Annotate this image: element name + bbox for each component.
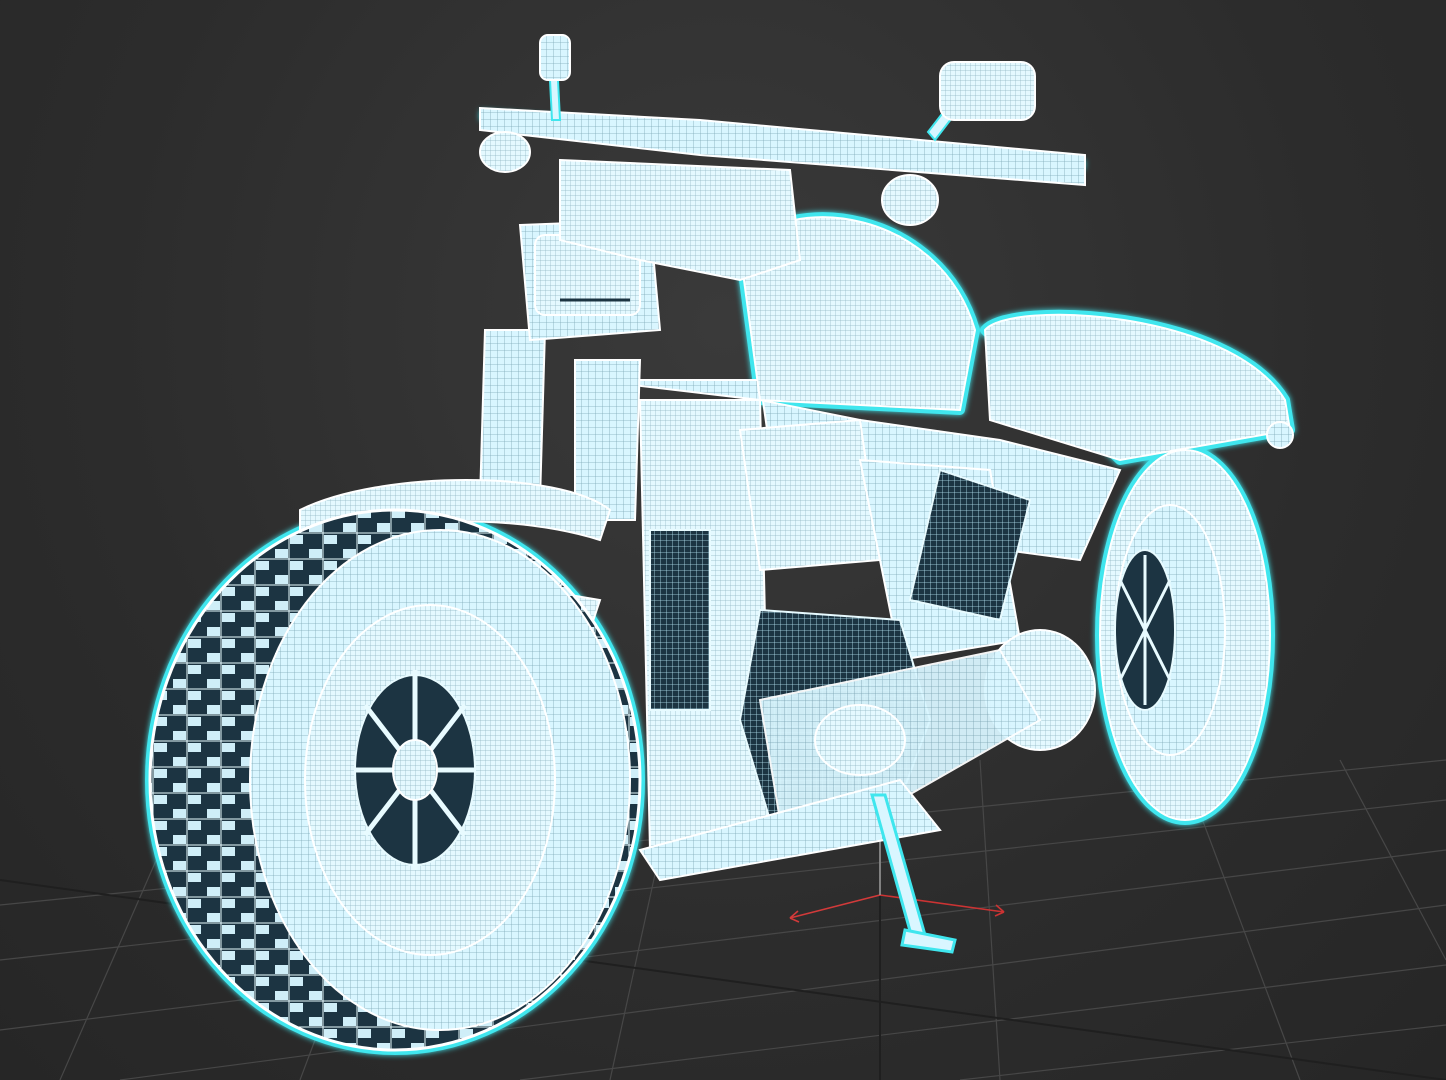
viewport-scene[interactable] [0,0,1446,1080]
rear-wheel [1099,449,1271,821]
rear-light [1266,421,1294,449]
3d-viewport[interactable] [0,0,1446,1080]
right-mirror [926,61,1036,142]
front-wheel [148,508,642,1052]
motorcycle-wireframe-icon[interactable] [145,34,1295,1055]
seat [983,313,1292,462]
left-mirror [539,34,571,121]
engine-block [589,379,1122,882]
